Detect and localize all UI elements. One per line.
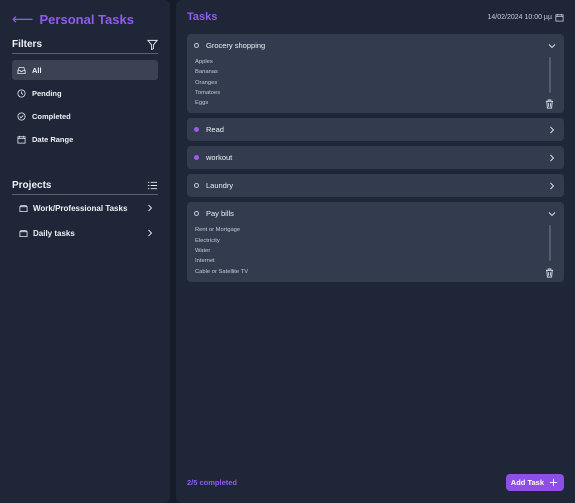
task-label: Laundry <box>206 181 234 191</box>
trash-icon[interactable] <box>545 99 554 109</box>
calendar-icon[interactable] <box>555 13 564 22</box>
task-pay-bills: Pay bills Rent or Mortgage Electricity W… <box>187 202 564 282</box>
task-header[interactable]: Pay bills <box>194 202 556 225</box>
back-arrow-icon[interactable]: ⟵ <box>12 12 34 27</box>
subtask-item: Oranges <box>195 79 218 86</box>
task-status-checkbox[interactable] <box>194 155 199 161</box>
chevron-right-icon[interactable] <box>548 126 556 134</box>
progress-text: 2/5 completed <box>187 478 238 487</box>
filter-label: Completed <box>32 111 71 121</box>
list-icon[interactable] <box>147 180 158 191</box>
subtask-item: Electricity <box>195 237 220 244</box>
scrollbar[interactable] <box>549 57 551 93</box>
filter-label: Pending <box>32 88 62 98</box>
task-left: Pay bills <box>194 209 234 218</box>
subtask-item: Rent or Mortgage <box>195 227 241 234</box>
chevron-right-icon[interactable] <box>548 182 556 190</box>
chevron-down-icon[interactable] <box>548 42 556 50</box>
chevron-right-icon <box>148 204 153 212</box>
filter-completed[interactable]: Completed <box>12 106 158 126</box>
subtask-item: Cable or Satellite TV <box>195 268 249 275</box>
task-read: Read <box>187 118 564 142</box>
projects-header: Projects <box>12 180 158 195</box>
subtask-list: Rent or Mortgage Electricity Water Inter… <box>194 225 556 281</box>
subtask-item: Water <box>195 248 211 255</box>
filter-all[interactable]: All <box>12 60 158 80</box>
main-footer: 2/5 completed Add Task <box>187 474 564 491</box>
task-left: workout <box>194 153 232 162</box>
add-task-button[interactable]: Add Task <box>505 474 564 491</box>
subtask-item: Bananas <box>195 69 218 76</box>
folder-icon <box>19 229 28 237</box>
task-left: Laundry <box>194 181 233 190</box>
filters-list: All Pending Completed Date Range <box>12 60 158 149</box>
filters-header: Filters <box>12 39 158 54</box>
filter-pending[interactable]: Pending <box>12 83 158 103</box>
check-circle-icon <box>17 111 26 121</box>
trash-icon[interactable] <box>545 268 554 278</box>
task-status-checkbox[interactable] <box>194 211 199 217</box>
subtask-list: Apples Bananas Oranges Tomatoes Eggs <box>194 57 556 113</box>
plus-icon <box>549 478 558 487</box>
task-header[interactable]: Grocery shopping <box>194 34 556 57</box>
task-status-checkbox[interactable] <box>194 127 199 133</box>
inbox-icon <box>17 66 26 74</box>
calendar-icon <box>17 135 26 144</box>
main-title: Tasks <box>187 11 218 23</box>
filters-title: Filters <box>12 39 43 50</box>
task-label: Read <box>206 125 224 135</box>
filter-icon[interactable] <box>147 39 158 50</box>
subtask-item: Apples <box>195 59 213 65</box>
add-task-label: Add Task <box>510 478 544 487</box>
scrollbar[interactable] <box>549 225 551 262</box>
task-label: Pay bills <box>206 209 234 219</box>
task-label: workout <box>206 153 233 163</box>
task-left: Grocery shopping <box>194 41 265 50</box>
filter-label: All <box>32 65 42 75</box>
subtask-item: Internet <box>195 258 215 265</box>
task-label: Grocery shopping <box>206 41 266 50</box>
task-list: Grocery shopping Apples Bananas Oranges … <box>187 34 564 282</box>
project-work[interactable]: Work/Professional Tasks <box>12 196 158 220</box>
filter-label: Date Range <box>32 134 74 144</box>
project-left: Work/Professional Tasks <box>19 204 127 213</box>
chevron-right-icon[interactable] <box>548 154 556 162</box>
subtask-item: Tomatoes <box>195 89 221 96</box>
projects-title: Projects <box>12 180 52 191</box>
page-title: Personal Tasks <box>39 12 134 27</box>
folder-icon <box>19 204 28 212</box>
clock-icon <box>17 88 26 98</box>
task-status-checkbox[interactable] <box>194 43 199 48</box>
main-panel: Tasks 14/02/2024 10:00 µµ Grocery shoppi… <box>176 0 575 503</box>
project-label: Work/Professional Tasks <box>33 203 128 213</box>
task-workout: workout <box>187 146 564 170</box>
project-left: Daily tasks <box>19 229 75 238</box>
sidebar: ⟵ Personal Tasks Filters All Pending Com… <box>0 0 170 503</box>
task-header[interactable]: Read <box>194 118 556 141</box>
project-label: Daily tasks <box>33 228 75 238</box>
task-left: Read <box>194 125 224 134</box>
filter-date-range[interactable]: Date Range <box>12 129 158 149</box>
datetime-value: 14/02/2024 10:00 µµ <box>487 13 552 21</box>
task-header[interactable]: workout <box>194 146 556 169</box>
main-header: Tasks 14/02/2024 10:00 µµ <box>187 9 564 25</box>
task-header[interactable]: Laundry <box>194 174 556 197</box>
task-grocery-shopping: Grocery shopping Apples Bananas Oranges … <box>187 34 564 114</box>
chevron-right-icon <box>148 229 153 237</box>
chevron-down-icon[interactable] <box>548 210 556 218</box>
sidebar-header: ⟵ Personal Tasks <box>12 12 158 27</box>
task-status-checkbox[interactable] <box>194 183 199 189</box>
project-daily[interactable]: Daily tasks <box>12 221 158 245</box>
task-laundry: Laundry <box>187 174 564 198</box>
subtask-item: Eggs <box>195 100 209 107</box>
datetime-field[interactable]: 14/02/2024 10:00 µµ <box>487 13 564 22</box>
